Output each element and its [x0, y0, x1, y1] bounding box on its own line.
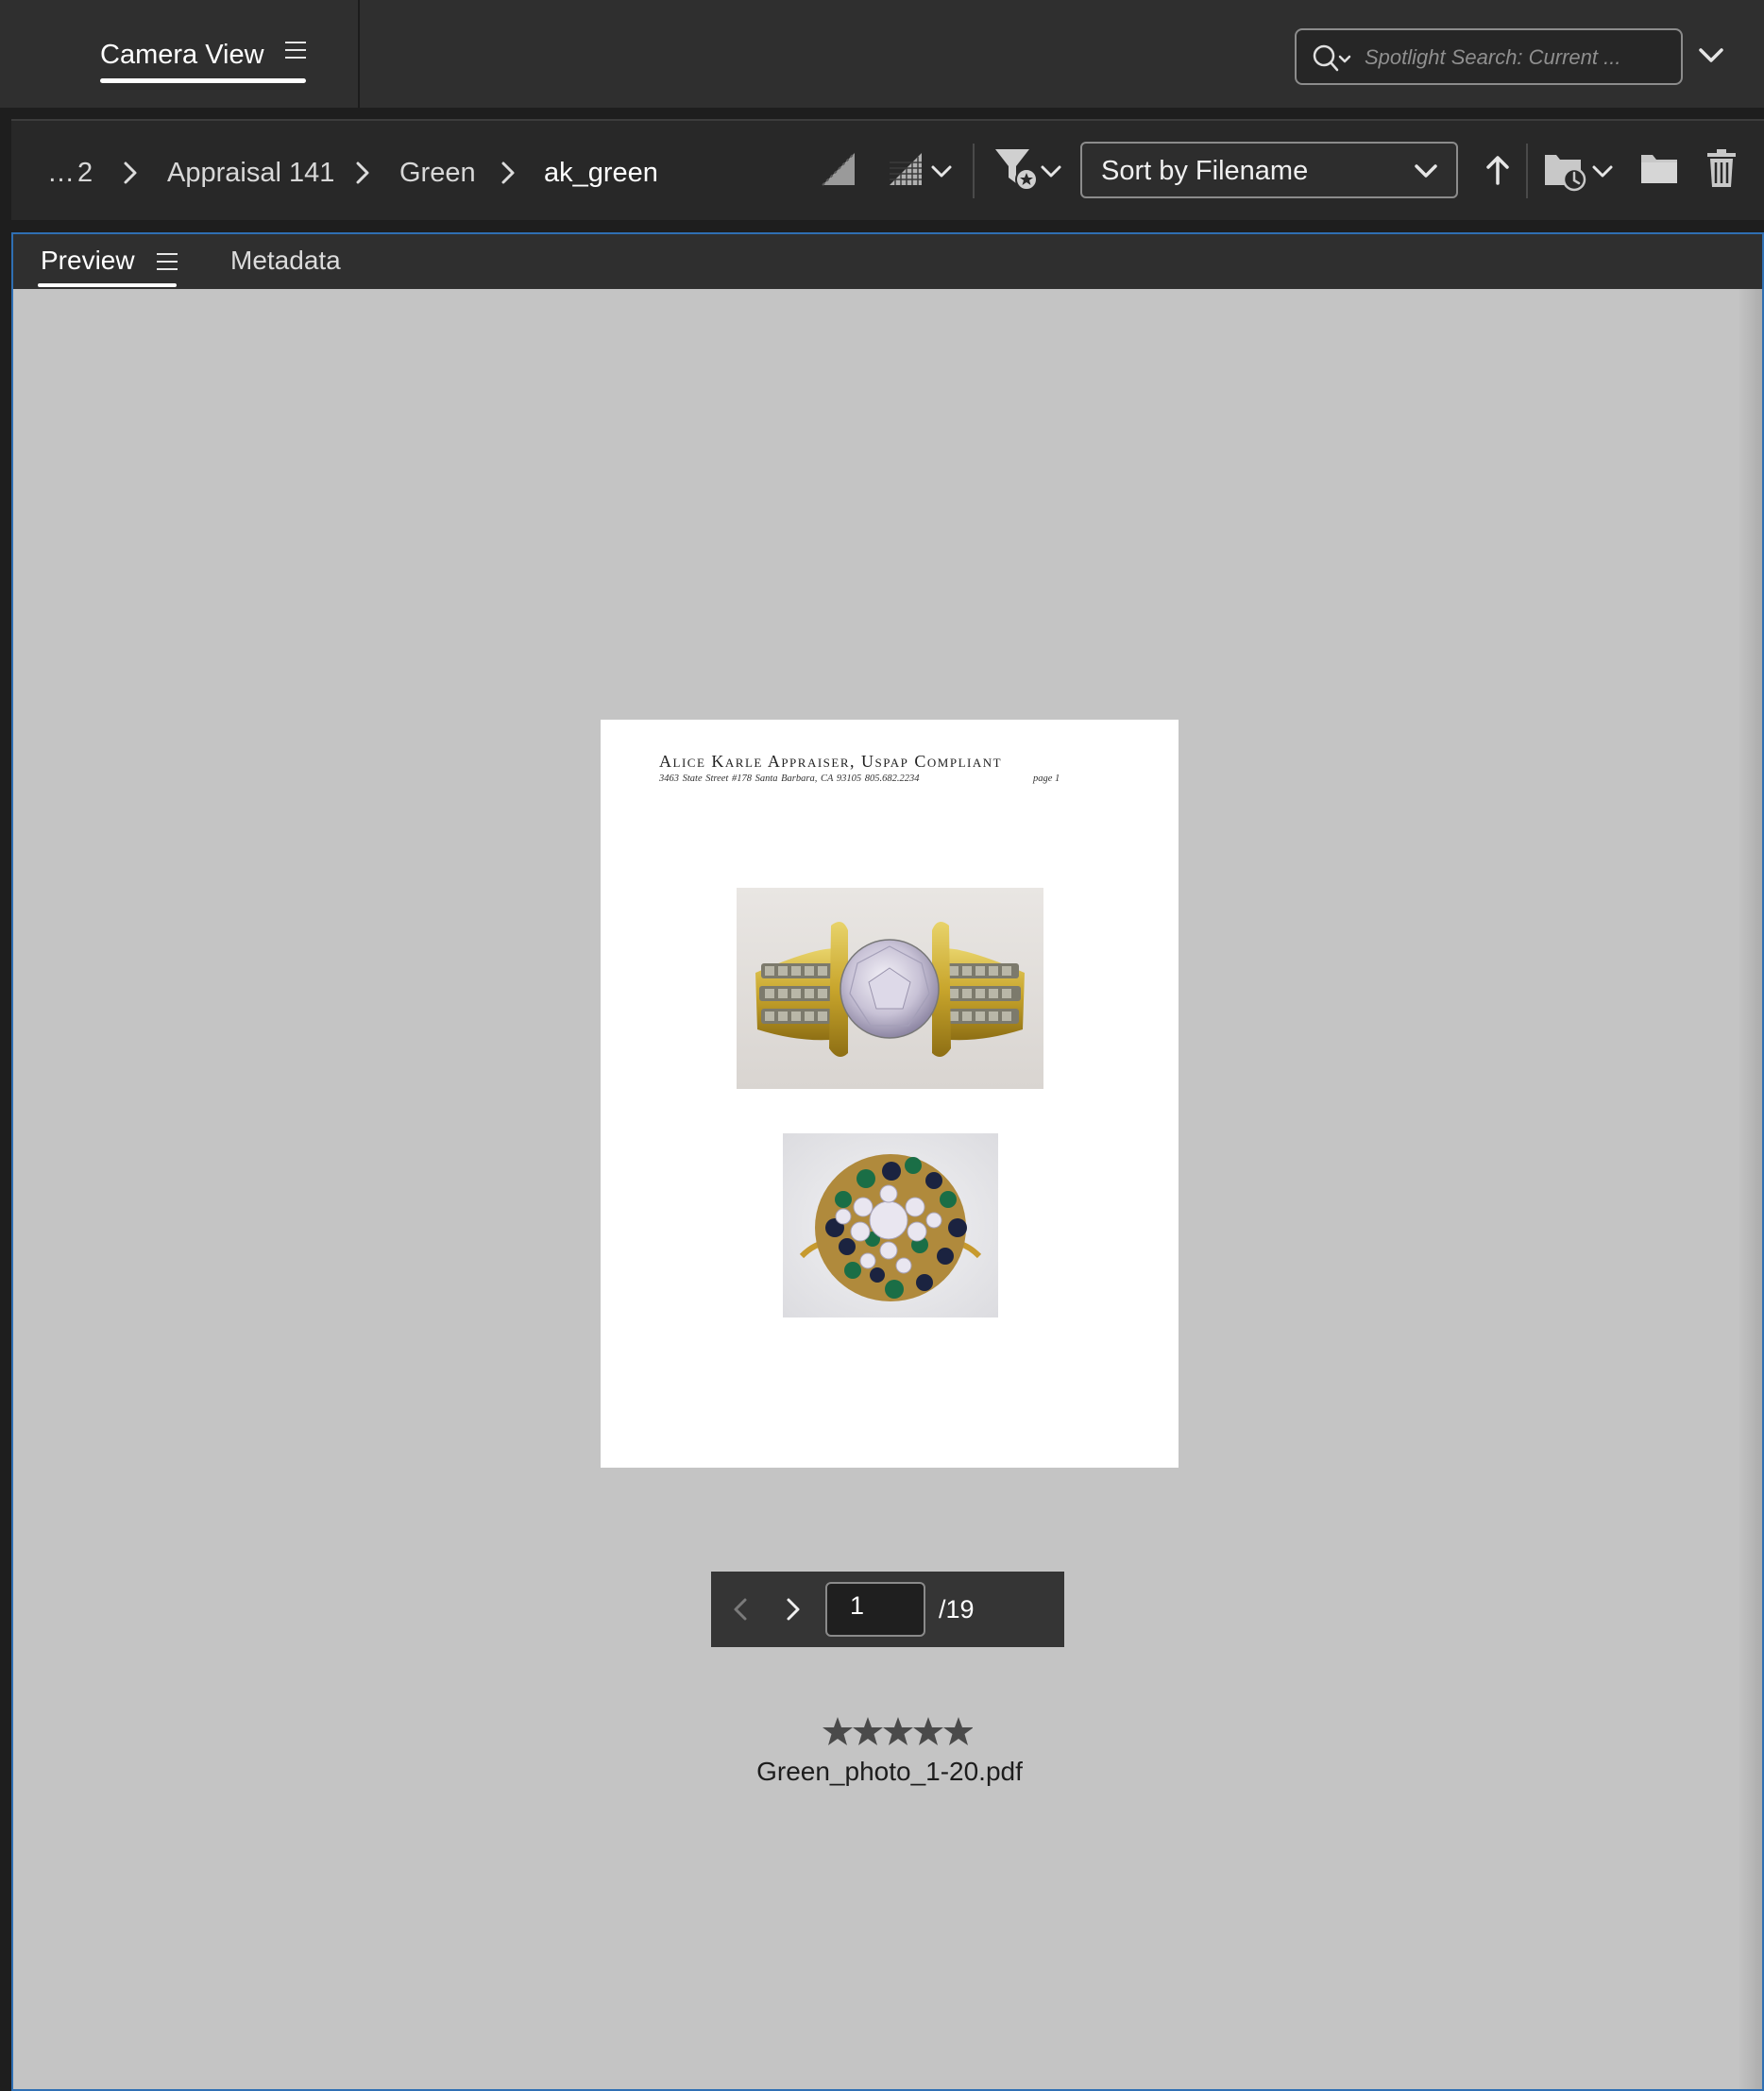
star-icon — [883, 1717, 913, 1745]
thumbnail-quality-icon[interactable] — [819, 149, 858, 189]
preview-panel: Preview Metadata Alice Karle Appraiser, … — [11, 232, 1764, 2091]
page-number-input[interactable]: 1 — [825, 1582, 925, 1637]
star-icon — [943, 1717, 973, 1745]
chevron-right-icon — [356, 162, 369, 184]
tab-preview[interactable]: Preview — [41, 244, 135, 278]
search-placeholder: Spotlight Search: Current ... — [1365, 45, 1621, 69]
path-bar: … 2 Appraisal 141 Green ak_green Sort by… — [11, 119, 1764, 220]
new-folder-icon[interactable] — [1639, 149, 1679, 187]
sort-dropdown-value: Sort by Filename — [1101, 156, 1309, 186]
tab-preview-underline — [38, 283, 177, 287]
recent-folders-chevron-down-icon[interactable] — [1590, 162, 1615, 181]
thumbnail-grid-icon[interactable] — [886, 149, 925, 189]
breadcrumb-item-appraisal[interactable]: Appraisal 141 — [167, 155, 334, 191]
panel-edge-shadow — [1738, 289, 1762, 2089]
workspace-divider — [358, 0, 360, 108]
breadcrumb-ellipsis[interactable]: … — [47, 155, 75, 191]
workspace-tab-camera-view[interactable]: Camera View — [100, 36, 306, 83]
workspace-bar: Camera View Spotlight Search: Current ..… — [0, 0, 1764, 108]
tab-metadata[interactable]: Metadata — [230, 244, 341, 278]
toolbar-divider — [973, 144, 975, 198]
star-icon — [853, 1717, 883, 1745]
breadcrumb-item-green[interactable]: Green — [399, 155, 476, 191]
previous-page-icon[interactable] — [732, 1596, 749, 1623]
next-page-icon[interactable] — [785, 1596, 802, 1623]
preview-tab-menu-icon[interactable] — [157, 253, 178, 272]
workspace-tab-underline — [100, 78, 306, 83]
recent-folders-icon[interactable] — [1543, 147, 1590, 193]
trash-icon[interactable] — [1704, 147, 1739, 189]
toolbar-divider — [1526, 144, 1528, 198]
star-icon — [823, 1717, 853, 1745]
spotlight-search-field[interactable]: Spotlight Search: Current ... — [1295, 28, 1683, 85]
search-icon[interactable] — [1312, 43, 1353, 74]
ring-photo-solitaire — [737, 888, 1043, 1089]
sort-chevron-down-icon — [1415, 164, 1437, 178]
breadcrumb-item-current[interactable]: ak_green — [544, 155, 658, 191]
document-letterhead-title: Alice Karle Appraiser, Uspap Compliant — [659, 752, 1003, 771]
page-total-label: /19 — [939, 1595, 975, 1624]
preview-filename: Green_photo_1-20.pdf — [756, 1757, 1023, 1786]
ring-photo-cluster — [783, 1133, 998, 1318]
filter-chevron-down-icon[interactable] — [1039, 162, 1063, 181]
workspace-chevron-down-icon[interactable] — [1697, 43, 1725, 66]
star-icon — [913, 1717, 943, 1745]
chevron-right-icon — [501, 162, 515, 184]
document-page-label: page 1 — [1033, 774, 1060, 784]
filter-rating-icon[interactable] — [992, 145, 1043, 193]
page-navigator: 1 /19 — [711, 1572, 1064, 1647]
breadcrumb-item-partial[interactable]: 2 — [77, 155, 93, 191]
workspace-tab-label: Camera View — [100, 40, 264, 70]
rating-stars[interactable] — [822, 1715, 973, 1749]
chevron-right-icon — [124, 162, 137, 184]
thumbnail-chevron-down-icon[interactable] — [929, 162, 954, 181]
sort-dropdown[interactable]: Sort by Filename — [1080, 142, 1458, 198]
document-address-line: 3463 State Street #178 Santa Barbara, CA… — [659, 774, 920, 784]
workspace-menu-icon[interactable] — [285, 42, 306, 60]
document-page-preview: Alice Karle Appraiser, Uspap Compliant 3… — [601, 720, 1179, 1468]
sort-ascending-arrow-icon[interactable] — [1485, 153, 1510, 187]
panel-tab-bar: Preview Metadata — [13, 234, 1762, 289]
